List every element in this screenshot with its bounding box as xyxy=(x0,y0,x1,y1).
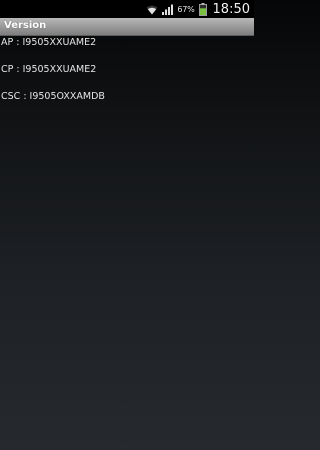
clock: 18:50 xyxy=(212,1,250,17)
version-list: AP : I9505XXUAME2 CP : I9505XXUAME2 CSC … xyxy=(0,37,254,118)
title-bar: Version xyxy=(0,18,254,36)
csc-version: CSC : I9505OXXAMDB xyxy=(1,91,105,102)
status-icons: 67% 18:50 xyxy=(146,0,250,18)
status-bar: 67% 18:50 xyxy=(0,0,254,18)
cp-version: CP : I9505XXUAME2 xyxy=(1,64,97,75)
battery-icon xyxy=(198,2,207,16)
ap-version: AP : I9505XXUAME2 xyxy=(1,37,97,48)
wifi-icon xyxy=(146,4,158,15)
battery-percent: 67% xyxy=(177,4,195,14)
page-title: Version xyxy=(4,20,47,31)
signal-icon xyxy=(162,4,174,15)
